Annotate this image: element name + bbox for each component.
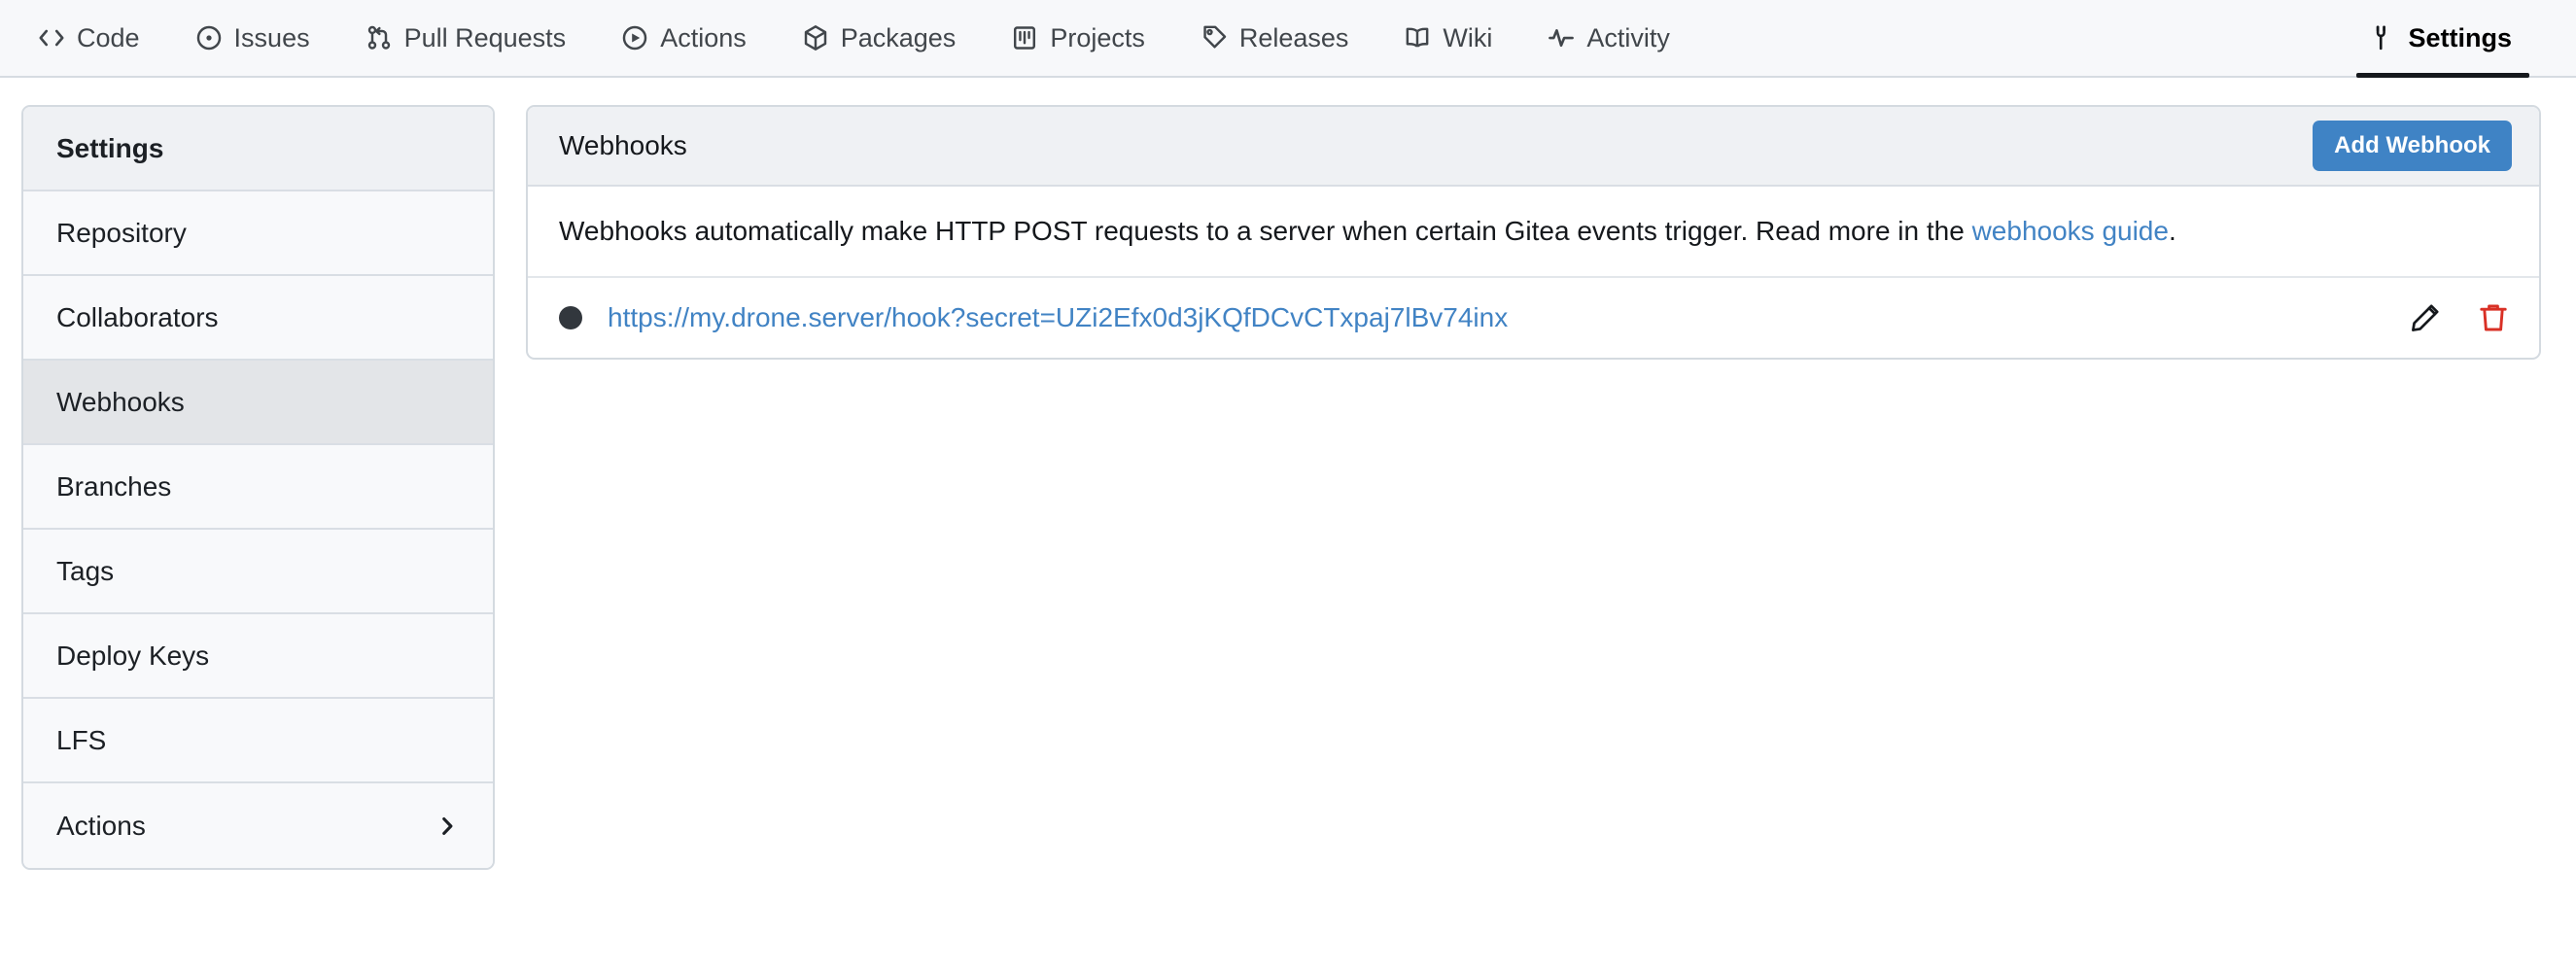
sidebar-item-branches[interactable]: Branches bbox=[23, 445, 493, 530]
nav-item-label: Releases bbox=[1238, 22, 1349, 52]
sidebar-item-actions[interactable]: Actions bbox=[23, 783, 493, 868]
sidebar-item-repository[interactable]: Repository bbox=[23, 191, 493, 276]
sidebar-item-label: Repository bbox=[56, 217, 187, 248]
nav-item-label: Issues bbox=[233, 22, 310, 52]
code-icon bbox=[37, 23, 66, 52]
nav-item-label: Activity bbox=[1586, 22, 1670, 52]
webhooks-panel-header: Webhooks Add Webhook bbox=[528, 107, 2539, 187]
nav-item-pull-requests[interactable]: Pull Requests bbox=[337, 0, 594, 76]
nav-item-wiki[interactable]: Wiki bbox=[1375, 0, 1519, 76]
nav-item-settings[interactable]: Settings bbox=[2341, 0, 2539, 78]
sidebar-item-tags[interactable]: Tags bbox=[23, 530, 493, 614]
sidebar-item-lfs[interactable]: LFS bbox=[23, 699, 493, 783]
webhook-status-indicator-icon bbox=[559, 306, 582, 330]
sidebar-header: Settings bbox=[23, 107, 493, 191]
nav-item-label: Projects bbox=[1050, 22, 1145, 52]
sidebar-item-label: Tags bbox=[56, 555, 115, 586]
sidebar-item-collaborators[interactable]: Collaborators bbox=[23, 276, 493, 361]
nav-item-label: Packages bbox=[840, 22, 957, 52]
page-title: Webhooks bbox=[559, 130, 687, 160]
nav-item-label: Actions bbox=[660, 22, 747, 52]
webhook-url-link[interactable]: https://my.drone.server/hook?secret=UZi2… bbox=[608, 302, 2384, 333]
nav-item-activity[interactable]: Activity bbox=[1519, 0, 1697, 76]
nav-item-label: Code bbox=[77, 22, 140, 52]
nav-item-code[interactable]: Code bbox=[37, 0, 167, 76]
webhooks-description: Webhooks automatically make HTTP POST re… bbox=[528, 187, 2539, 279]
webhook-list-item: https://my.drone.server/hook?secret=UZi2… bbox=[528, 278, 2539, 358]
webhooks-guide-link[interactable]: webhooks guide bbox=[1972, 216, 2169, 246]
gitea-repo-settings-page: Code Issues Pull Requests Actions Packag… bbox=[0, 0, 2576, 970]
sidebar-item-webhooks[interactable]: Webhooks bbox=[23, 361, 493, 445]
description-text-after: . bbox=[2168, 216, 2176, 246]
nav-item-issues[interactable]: Issues bbox=[167, 0, 337, 76]
sidebar-item-label: Webhooks bbox=[56, 386, 185, 417]
git-pull-request-icon bbox=[365, 23, 394, 52]
sidebar-item-label: Branches bbox=[56, 470, 172, 502]
sidebar-item-deploy-keys[interactable]: Deploy Keys bbox=[23, 614, 493, 699]
project-icon bbox=[1010, 23, 1039, 52]
nav-item-actions[interactable]: Actions bbox=[593, 0, 774, 76]
issue-opened-icon bbox=[194, 23, 224, 52]
sidebar-item-label: Collaborators bbox=[56, 301, 219, 332]
repo-nav-bar: Code Issues Pull Requests Actions Packag… bbox=[0, 0, 2576, 78]
book-icon bbox=[1403, 23, 1432, 52]
add-webhook-button[interactable]: Add Webhook bbox=[2313, 121, 2512, 171]
nav-item-label: Wiki bbox=[1443, 22, 1493, 52]
play-icon bbox=[620, 23, 649, 52]
repo-nav-items: Code Issues Pull Requests Actions Packag… bbox=[37, 0, 1697, 76]
package-icon bbox=[801, 23, 830, 52]
pencil-icon[interactable] bbox=[2409, 301, 2442, 334]
nav-item-releases[interactable]: Releases bbox=[1172, 0, 1376, 76]
trash-icon[interactable] bbox=[2477, 301, 2510, 334]
webhooks-panel: Webhooks Add Webhook Webhooks automatica… bbox=[526, 105, 2541, 361]
sidebar-item-label: LFS bbox=[56, 724, 107, 755]
description-text-before: Webhooks automatically make HTTP POST re… bbox=[559, 216, 1972, 246]
chevron-right-icon bbox=[435, 814, 460, 839]
page-body: Settings Repository Collaborators Webhoo… bbox=[0, 78, 2576, 870]
sidebar-item-label: Actions bbox=[56, 810, 146, 841]
sidebar-item-label: Deploy Keys bbox=[56, 640, 210, 671]
sidebar-header-label: Settings bbox=[56, 132, 164, 163]
pulse-icon bbox=[1547, 23, 1576, 52]
nav-item-packages[interactable]: Packages bbox=[774, 0, 984, 76]
nav-item-label: Pull Requests bbox=[403, 22, 567, 52]
settings-sidebar: Settings Repository Collaborators Webhoo… bbox=[21, 105, 495, 870]
nav-item-label: Settings bbox=[2408, 22, 2512, 52]
tag-icon bbox=[1200, 23, 1229, 52]
webhook-row-actions bbox=[2409, 301, 2510, 334]
tools-icon bbox=[2368, 23, 2397, 52]
nav-item-projects[interactable]: Projects bbox=[983, 0, 1172, 76]
